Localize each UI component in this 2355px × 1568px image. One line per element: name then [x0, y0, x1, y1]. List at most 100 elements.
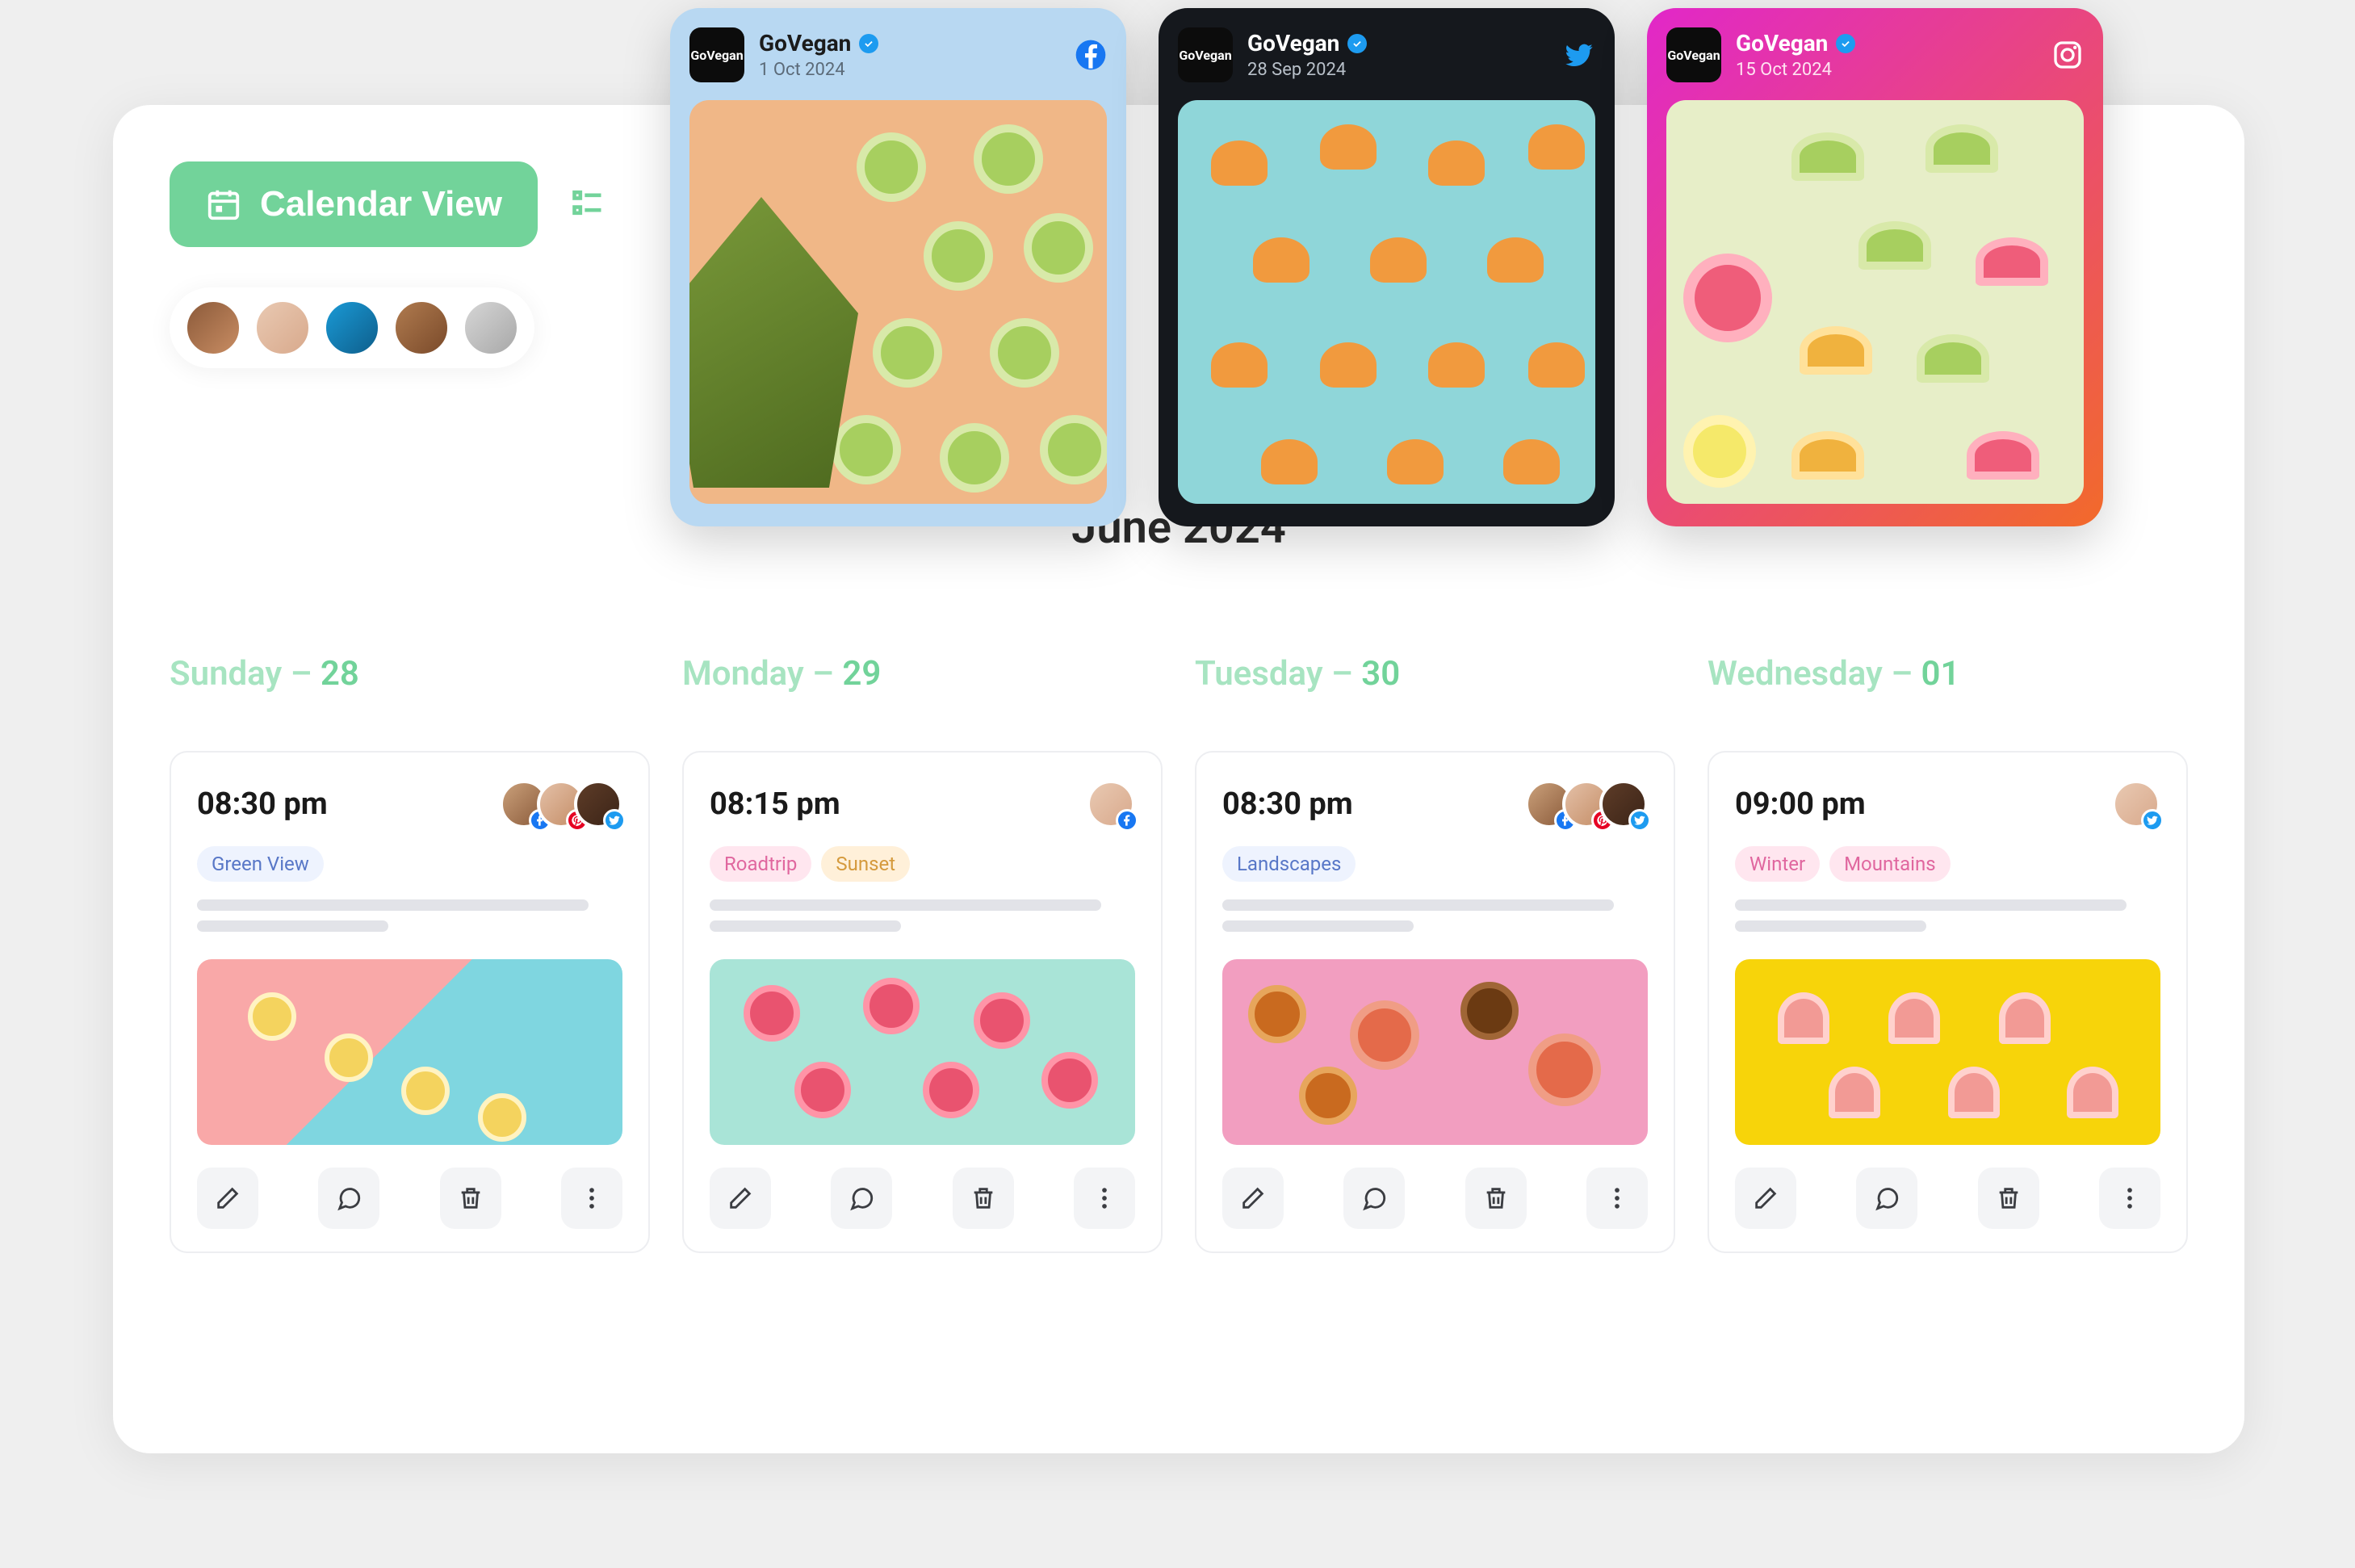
list-view-toggle[interactable]	[570, 185, 606, 224]
verified-badge-icon	[1347, 34, 1367, 53]
assignee[interactable]	[574, 780, 622, 828]
assignee[interactable]	[1599, 780, 1648, 828]
preview-image	[1178, 100, 1595, 504]
delete-button[interactable]	[1465, 1168, 1527, 1229]
brand-logo: GoVegan	[1178, 27, 1233, 82]
tag[interactable]: Mountains	[1829, 846, 1951, 882]
edit-button[interactable]	[710, 1168, 771, 1229]
edit-button[interactable]	[1222, 1168, 1284, 1229]
post-time: 08:15 pm	[710, 786, 840, 822]
post-card[interactable]: 09:00 pm Winter Mountains	[1708, 751, 2188, 1253]
tag[interactable]: Landscapes	[1222, 846, 1356, 882]
brand-title: GoVegan	[1736, 30, 1828, 57]
delete-button[interactable]	[953, 1168, 1014, 1229]
twitter-icon	[1628, 809, 1651, 832]
more-vertical-icon	[2116, 1184, 2143, 1212]
post-card[interactable]: 08:30 pm Landscapes	[1195, 751, 1675, 1253]
team-avatar[interactable]	[392, 299, 450, 357]
delete-button[interactable]	[440, 1168, 501, 1229]
tag[interactable]: Sunset	[821, 846, 910, 882]
calendar-view-button[interactable]: Calendar View	[170, 161, 538, 247]
pencil-icon	[214, 1184, 241, 1212]
card-actions	[710, 1168, 1135, 1229]
card-actions	[1735, 1168, 2160, 1229]
team-avatar-row	[170, 287, 534, 368]
brand-logo: GoVegan	[689, 27, 744, 82]
delete-button[interactable]	[1978, 1168, 2039, 1229]
more-button[interactable]	[2099, 1168, 2160, 1229]
day-header: Tuesday – 30	[1195, 654, 1675, 694]
assignees	[2112, 780, 2160, 828]
assignees	[1087, 780, 1135, 828]
card-actions	[197, 1168, 622, 1229]
day-number: 30	[1361, 654, 1400, 694]
instagram-icon	[2051, 39, 2084, 71]
preview-card-instagram[interactable]: GoVegan GoVegan 15 Oct 2024	[1647, 8, 2103, 526]
twitter-icon	[2141, 809, 2164, 832]
list-icon	[570, 185, 606, 220]
preview-head: GoVegan GoVegan 15 Oct 2024	[1666, 27, 2084, 82]
day-header: Wednesday – 01	[1708, 654, 2188, 694]
preview-date: 15 Oct 2024	[1736, 60, 1855, 80]
assignee[interactable]	[1087, 780, 1135, 828]
post-cards-row: 08:30 pm Green View	[170, 751, 2188, 1253]
comment-button[interactable]	[1856, 1168, 1917, 1229]
tag[interactable]: Green View	[197, 846, 324, 882]
team-avatar[interactable]	[184, 299, 242, 357]
brand-logo: GoVegan	[1666, 27, 1721, 82]
edit-button[interactable]	[197, 1168, 258, 1229]
preview-head: GoVegan GoVegan 1 Oct 2024	[689, 27, 1107, 82]
team-avatar[interactable]	[254, 299, 312, 357]
comment-icon	[335, 1184, 362, 1212]
edit-button[interactable]	[1735, 1168, 1796, 1229]
more-button[interactable]	[1074, 1168, 1135, 1229]
tags: Roadtrip Sunset	[710, 846, 1135, 882]
comment-icon	[1360, 1184, 1388, 1212]
preview-card-facebook[interactable]: GoVegan GoVegan 1 Oct 2024	[670, 8, 1126, 526]
verified-badge-icon	[1836, 34, 1855, 53]
trash-icon	[1995, 1184, 2022, 1212]
tags: Landscapes	[1222, 846, 1648, 882]
post-thumbnail[interactable]	[1222, 959, 1648, 1145]
body-preview-lines	[710, 899, 1135, 941]
preview-image	[689, 100, 1107, 504]
day-name: Tuesday	[1195, 654, 1323, 694]
post-time: 09:00 pm	[1735, 786, 1866, 822]
calendar-view-label: Calendar View	[260, 184, 502, 224]
calendar-icon	[205, 186, 242, 223]
days-row: Sunday – 28 Monday – 29 Tuesday – 30 Wed…	[170, 654, 2188, 694]
brand-title: GoVegan	[1247, 30, 1339, 57]
assignees	[1525, 780, 1648, 828]
preview-card-twitter[interactable]: GoVegan GoVegan 28 Sep 2024	[1159, 8, 1615, 526]
comment-button[interactable]	[831, 1168, 892, 1229]
day-name: Wednesday	[1708, 654, 1883, 694]
team-avatar[interactable]	[323, 299, 381, 357]
more-vertical-icon	[578, 1184, 606, 1212]
assignee[interactable]	[2112, 780, 2160, 828]
trash-icon	[970, 1184, 997, 1212]
trash-icon	[1482, 1184, 1510, 1212]
comment-icon	[1873, 1184, 1900, 1212]
tag[interactable]: Winter	[1735, 846, 1820, 882]
comment-button[interactable]	[318, 1168, 379, 1229]
post-card[interactable]: 08:15 pm Roadtrip Sunset	[682, 751, 1163, 1253]
more-button[interactable]	[1586, 1168, 1648, 1229]
day-number: 28	[321, 654, 359, 694]
post-card[interactable]: 08:30 pm Green View	[170, 751, 650, 1253]
post-card-head: 09:00 pm	[1735, 780, 2160, 828]
day-header: Sunday – 28	[170, 654, 650, 694]
team-avatar[interactable]	[462, 299, 520, 357]
post-thumbnail[interactable]	[710, 959, 1135, 1145]
pencil-icon	[727, 1184, 754, 1212]
tags: Green View	[197, 846, 622, 882]
verified-badge-icon	[859, 34, 878, 53]
comment-button[interactable]	[1343, 1168, 1405, 1229]
body-preview-lines	[197, 899, 622, 941]
twitter-icon	[1563, 39, 1595, 71]
facebook-icon	[1116, 809, 1138, 832]
tag[interactable]: Roadtrip	[710, 846, 811, 882]
post-thumbnail[interactable]	[1735, 959, 2160, 1145]
more-button[interactable]	[561, 1168, 622, 1229]
post-thumbnail[interactable]	[197, 959, 622, 1145]
assignees	[500, 780, 622, 828]
